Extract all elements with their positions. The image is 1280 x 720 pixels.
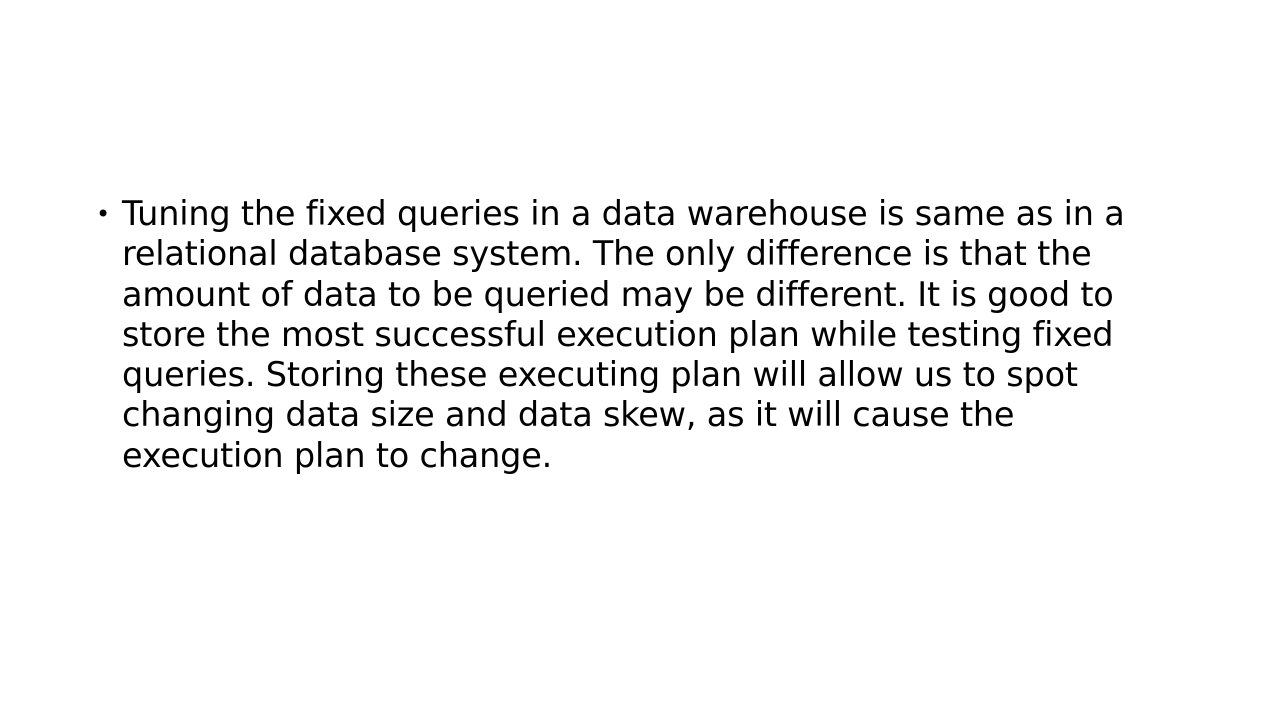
bullet-icon: • xyxy=(96,200,110,228)
bullet-list: • Tuning the fixed queries in a data war… xyxy=(96,194,1156,476)
slide-content: • Tuning the fixed queries in a data war… xyxy=(96,194,1156,476)
slide: • Tuning the fixed queries in a data war… xyxy=(0,0,1280,720)
bullet-item: • Tuning the fixed queries in a data war… xyxy=(96,194,1156,476)
bullet-text: Tuning the fixed queries in a data wareh… xyxy=(122,194,1125,475)
